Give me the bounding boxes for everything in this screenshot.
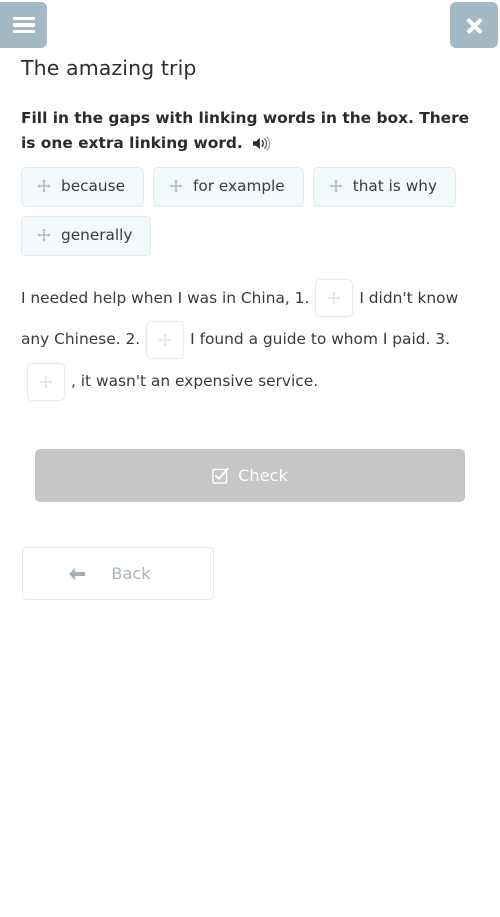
word-chip-label: that is why bbox=[352, 176, 438, 195]
word-bank: because for example that is why generall… bbox=[21, 166, 471, 256]
move-arrows-icon bbox=[37, 228, 51, 242]
move-arrows-icon bbox=[39, 375, 53, 389]
move-arrows-icon bbox=[158, 333, 172, 347]
word-chip-label: for example bbox=[192, 176, 285, 195]
move-arrows-icon bbox=[169, 179, 183, 193]
move-arrows-icon bbox=[37, 179, 51, 193]
check-button[interactable]: Check bbox=[35, 449, 465, 503]
back-button-label: Back bbox=[111, 564, 151, 584]
word-chip-for-example[interactable]: for example bbox=[152, 166, 304, 207]
instruction-text: Fill in the gaps with linking words in t… bbox=[21, 106, 473, 156]
word-chip-label: because bbox=[61, 176, 125, 195]
gap-dropzone-3[interactable] bbox=[27, 362, 65, 401]
text-segment: , it wasn't an expensive service. bbox=[71, 372, 319, 391]
gap-dropzone-1[interactable] bbox=[315, 279, 354, 318]
word-chip-generally[interactable]: generally bbox=[21, 215, 152, 256]
word-chip-because[interactable]: because bbox=[21, 166, 144, 207]
text-segment: I found a guide to whom I paid. 3. bbox=[190, 330, 450, 349]
app-header bbox=[0, 0, 500, 48]
page-title: The amazing trip bbox=[21, 56, 197, 80]
move-arrows-icon bbox=[327, 291, 341, 305]
back-button[interactable]: Back bbox=[22, 547, 214, 601]
close-icon bbox=[465, 16, 484, 35]
hamburger-menu-button[interactable] bbox=[0, 2, 47, 48]
close-button[interactable] bbox=[450, 2, 498, 48]
checkbox-check-icon bbox=[212, 468, 229, 484]
word-chip-label: generally bbox=[61, 225, 133, 244]
check-button-label: Check bbox=[238, 466, 288, 486]
text-segment: I needed help when I was in China, 1. bbox=[21, 288, 310, 307]
exercise-page: The amazing trip Fill in the gaps with l… bbox=[0, 0, 500, 917]
exercise-text: I needed help when I was in China, 1. I d… bbox=[21, 278, 473, 404]
move-arrows-icon bbox=[329, 179, 343, 193]
hamburger-menu-icon bbox=[12, 16, 35, 34]
instruction-label: Fill in the gaps with linking words in t… bbox=[21, 109, 470, 152]
speaker-icon[interactable] bbox=[252, 134, 270, 151]
gap-dropzone-2[interactable] bbox=[146, 320, 185, 359]
word-chip-that-is-why[interactable]: that is why bbox=[312, 166, 457, 207]
